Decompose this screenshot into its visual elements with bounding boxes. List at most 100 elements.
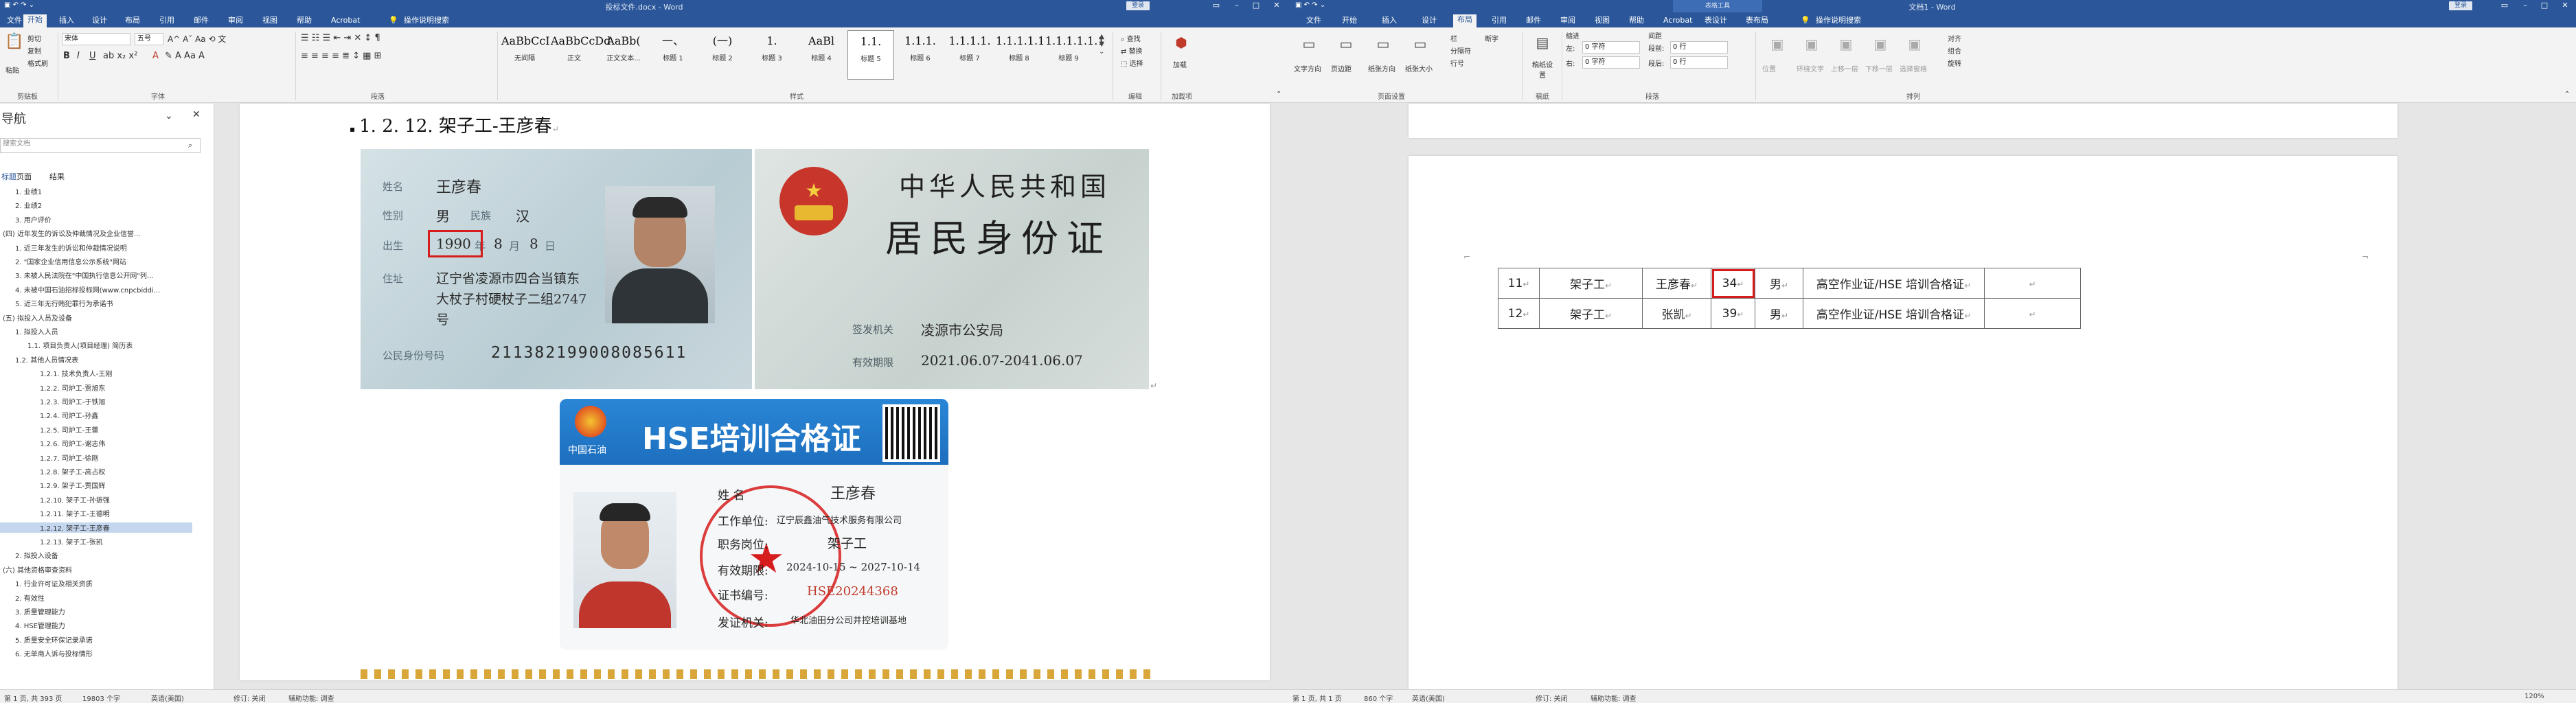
tell-me-search[interactable]: 操作说明搜索 <box>1812 15 1865 27</box>
tab-design[interactable]: 设计 <box>88 15 111 27</box>
font-size-box[interactable]: 五号 <box>135 33 163 45</box>
tab-view[interactable]: 视图 <box>1591 15 1614 27</box>
font-color-icon[interactable]: A <box>152 51 159 61</box>
tab-home[interactable]: 开始 <box>1338 15 1361 27</box>
nav-heading-item[interactable]: 1. 拟投入人员 <box>0 326 192 336</box>
close-icon[interactable]: ✕ <box>2557 1 2573 10</box>
collapse-ribbon-icon[interactable]: ⌃ <box>2564 91 2570 98</box>
minimize-icon[interactable]: – <box>1229 1 1244 10</box>
status-accessibility[interactable]: 辅助功能: 调查 <box>1591 693 1637 703</box>
table-cell-job[interactable]: 架子工↵ <box>1539 298 1643 329</box>
tab-review[interactable]: 审阅 <box>1556 15 1580 27</box>
table-cell-name[interactable]: 张凯↵ <box>1642 298 1711 329</box>
collapse-ribbon-icon[interactable]: ⌃ <box>1276 91 1281 98</box>
maximize-icon[interactable]: □ <box>2537 1 2552 10</box>
status-accessibility[interactable]: 辅助功能: 调查 <box>288 693 334 703</box>
grow-font-icon[interactable]: A^ Aˇ Aa ⟲ 文 <box>168 33 226 45</box>
style-item[interactable]: 1.1.1.1. 标题 7 <box>946 30 993 80</box>
nav-search-input[interactable]: 搜索文档 <box>0 138 201 153</box>
nav-heading-item[interactable]: 2. 业绩2 <box>0 200 192 210</box>
arrange-button[interactable]: 下移一层 <box>1865 63 1893 73</box>
status-page[interactable]: 第 1 页, 共 393 页 <box>4 693 62 703</box>
page-setup-button[interactable]: 分隔符 <box>1450 45 1471 56</box>
strikethrough-icon[interactable]: ab x₂ x² <box>103 51 137 61</box>
tab-references[interactable]: 引用 <box>1488 15 1511 27</box>
draft-paper-icon[interactable]: ▤ <box>1529 34 1556 51</box>
tab-mailings[interactable]: 邮件 <box>1522 15 1545 27</box>
status-words[interactable]: 19803 个字 <box>82 693 120 703</box>
indent-right-input[interactable]: 0 字符 <box>1582 56 1640 69</box>
style-item[interactable]: (一) 标题 2 <box>699 30 746 80</box>
table-cell-age[interactable]: 34↵ <box>1711 268 1755 299</box>
table-cell-sex[interactable]: 男↵ <box>1755 268 1803 299</box>
addin-button[interactable]: 加载 <box>1173 59 1187 69</box>
nav-heading-item[interactable]: 1. 行业许可证及相关资质 <box>0 578 192 588</box>
copy-button[interactable]: 复制 <box>27 45 41 56</box>
page-setup-button[interactable]: 纸张大小 <box>1405 63 1433 73</box>
page-setup-button[interactable]: 页边距 <box>1331 63 1352 73</box>
nav-heading-item[interactable]: 1.1. 项目负责人(项目经理) 简历表 <box>0 340 192 350</box>
minimize-icon[interactable]: – <box>2518 1 2533 10</box>
tab-file[interactable]: 文件 <box>3 15 26 27</box>
table-cell-age[interactable]: 39↵ <box>1711 298 1755 329</box>
table-cell-cert[interactable]: 高空作业证/HSE 培训合格证↵ <box>1803 298 1985 329</box>
nav-heading-item[interactable]: (五) 拟投入人员及设备 <box>0 312 192 323</box>
style-item[interactable]: 1.1. 标题 5 <box>847 30 894 80</box>
align-left-icon[interactable]: ≡ ≡ ≡ ≡ ≣ ↕ ▦ ⊞ <box>301 51 381 61</box>
table-cell-name[interactable]: 王彦春↵ <box>1642 268 1711 299</box>
ribbon-options-icon[interactable]: ▭ <box>1209 1 1224 10</box>
style-item[interactable]: AaBbCcI 无间隔 <box>501 30 550 80</box>
table-cell-sex[interactable]: 男↵ <box>1755 298 1803 329</box>
status-words[interactable]: 860 个字 <box>1364 693 1393 703</box>
nav-options-icon[interactable]: ⌄ <box>165 111 173 122</box>
nav-heading-item[interactable]: 1. 近三年发生的诉讼和仲裁情况说明 <box>0 242 192 253</box>
page-setup-button[interactable]: 行号 <box>1450 58 1464 68</box>
arrange-button[interactable]: 旋转 <box>1948 58 1961 68</box>
nav-heading-item[interactable]: 1.2.5. 司炉工-王蕾 <box>0 424 192 435</box>
nav-heading-item[interactable]: 1.2. 其他人员情况表 <box>0 354 192 365</box>
style-item[interactable]: 1.1.1. 标题 6 <box>897 30 944 80</box>
acrobat-addin-icon[interactable]: ⬢ <box>1167 34 1195 51</box>
zoom-level[interactable]: 120% <box>2524 693 2544 700</box>
nav-heading-item[interactable]: 1.2.10. 架子工-孙振强 <box>0 494 192 505</box>
table-cell-cert[interactable]: 高空作业证/HSE 培训合格证↵ <box>1803 268 1985 299</box>
tab-help[interactable]: 帮助 <box>1625 15 1648 27</box>
nav-tab-headings[interactable]: 标题 <box>1 171 16 182</box>
search-icon[interactable]: ⌕ <box>188 141 192 150</box>
tab-home[interactable]: 开始 <box>23 14 47 27</box>
select-button[interactable]: ⬚ 选择 <box>1121 58 1143 68</box>
tab-layout[interactable]: 布局 <box>121 15 144 27</box>
tab-view[interactable]: 视图 <box>258 15 282 27</box>
style-item[interactable]: 1. 标题 3 <box>749 30 795 80</box>
table-cell-extra[interactable]: ↵ <box>1984 268 2081 299</box>
nav-heading-item[interactable]: 5. 近三年无行贿犯罪行为承诺书 <box>0 298 192 308</box>
nav-heading-item[interactable]: 1.2.2. 司炉工-贾旭东 <box>0 382 192 393</box>
styles-more-icon[interactable]: ▲ ▼ ⌄ <box>1099 33 1104 56</box>
bold-icon[interactable]: B <box>63 51 70 61</box>
draft-settings-button[interactable]: 稿纸设置 <box>1530 59 1555 80</box>
nav-heading-item[interactable]: 1.2.4. 司炉工-孙鑫 <box>0 410 192 420</box>
tab-file[interactable]: 文件 <box>1302 15 1325 27</box>
nav-close-icon[interactable]: ✕ <box>192 109 201 120</box>
nav-heading-item[interactable]: 1.2.7. 司炉工-徐刚 <box>0 452 192 463</box>
paste-icon[interactable]: 📋 <box>4 33 25 50</box>
nav-heading-item[interactable]: 2. "国家企业信用信息公示系统"网站 <box>0 256 192 266</box>
bullets-icon[interactable]: ☰ ☷ ☰ ⇤ ⇥ ✕ ↕ ¶ <box>301 33 380 43</box>
font-name-box[interactable]: 宋体 <box>62 33 130 45</box>
tab-acrobat[interactable]: Acrobat <box>327 15 364 27</box>
table-cell-extra[interactable]: ↵ <box>1984 298 2081 329</box>
arrange-button[interactable]: 位置 <box>1762 63 1776 73</box>
status-language[interactable]: 英语(美国) <box>1412 693 1445 703</box>
arrange-button[interactable]: 选择窗格 <box>1900 63 1927 73</box>
nav-tab-results[interactable]: 结果 <box>49 171 65 182</box>
nav-heading-item[interactable]: 2. 有效性 <box>0 592 192 603</box>
style-item[interactable]: AaBl 标题 4 <box>798 30 845 80</box>
tell-me-search[interactable]: 操作说明搜索 <box>400 15 453 27</box>
nav-heading-item[interactable]: 1.2.3. 司炉工-于铁旭 <box>0 396 192 406</box>
tab-references[interactable]: 引用 <box>155 15 179 27</box>
arrange-button[interactable]: 组合 <box>1948 45 1961 56</box>
status-track-changes[interactable]: 修订: 关闭 <box>1536 693 1568 703</box>
arrange-button[interactable]: 对齐 <box>1948 33 1961 43</box>
table-cell-job[interactable]: 架子工↵ <box>1539 268 1643 299</box>
nav-heading-item[interactable]: 4. HSE管理能力 <box>0 620 192 630</box>
